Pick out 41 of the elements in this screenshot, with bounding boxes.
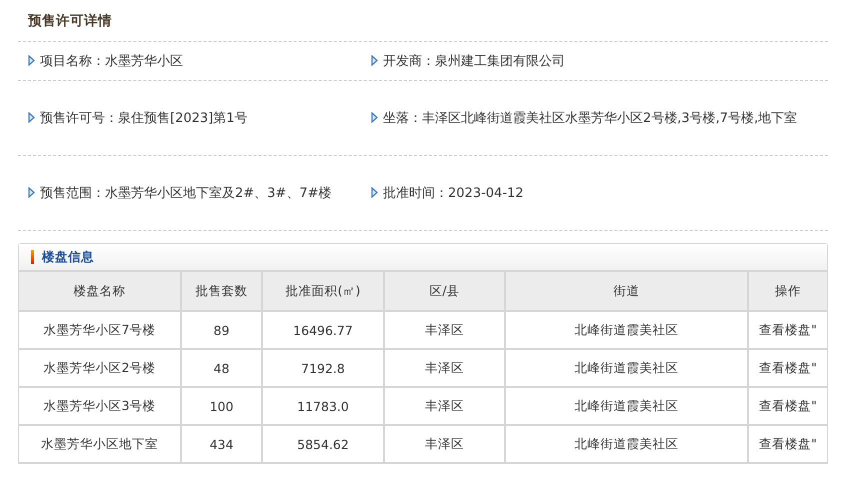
table-cell: 48 <box>214 360 230 376</box>
table-cell: 水墨芳华小区7号楼 <box>44 322 156 336</box>
table-cell: 丰泽区 <box>425 398 464 412</box>
info-text: 坐落：丰泽区北峰街道霞美社区水墨芳华小区2号楼,3号楼,7号楼,地下室 <box>371 100 798 136</box>
accent-bar-icon <box>31 250 34 264</box>
table-cell: 丰泽区 <box>425 322 464 336</box>
info-text: 项目名称：水墨芳华小区 <box>28 42 183 80</box>
info-text: 开发商：泉州建工集团有限公司 <box>371 42 565 80</box>
table-cell: 水墨芳华小区3号楼 <box>44 398 156 412</box>
table-cell: 5854.62 <box>297 436 349 452</box>
triangle-icon <box>28 54 35 66</box>
table-cell: 北峰街道霞美社区 <box>574 360 678 374</box>
table-cell: 水墨芳华小区地下室 <box>41 436 158 450</box>
table-cell: 丰泽区 <box>425 360 464 374</box>
table-cell: 北峰街道霞美社区 <box>574 436 678 450</box>
column-header: 批准面积(㎡) <box>262 271 384 311</box>
table-cell: 11783.0 <box>297 398 349 414</box>
table-cell: 北峰街道霞美社区 <box>574 398 678 412</box>
panel-title: 楼盘信息 <box>42 248 94 266</box>
table-cell: 7192.8 <box>301 360 345 376</box>
section-title: 预售许可详情 <box>26 12 113 31</box>
triangle-icon <box>28 186 35 198</box>
table-cell: 89 <box>214 322 230 338</box>
table-cell: 丰泽区 <box>425 436 464 450</box>
table-cell: 16496.77 <box>293 322 353 338</box>
column-header: 楼盘名称 <box>19 271 181 311</box>
table-cell: 100 <box>210 398 234 414</box>
column-header: 批售套数 <box>181 271 262 311</box>
triangle-icon <box>371 112 378 122</box>
info-text: 预售范围：水墨芳华小区地下室及2#、3#、7#楼 <box>28 174 332 212</box>
info-text: 批准时间：2023-04-12 <box>371 174 524 212</box>
column-header: 街道 <box>505 271 748 311</box>
triangle-icon <box>371 186 378 198</box>
triangle-icon <box>28 112 35 122</box>
column-header: 区/县 <box>384 271 505 311</box>
info-text: 预售许可号：泉住预售[2023]第1号 <box>28 100 248 136</box>
table-cell: 434 <box>210 436 234 452</box>
table-cell: 水墨芳华小区2号楼 <box>44 360 156 374</box>
table-cell: 北峰街道霞美社区 <box>574 322 678 336</box>
column-header: 操作 <box>748 271 827 311</box>
triangle-icon <box>371 54 378 66</box>
